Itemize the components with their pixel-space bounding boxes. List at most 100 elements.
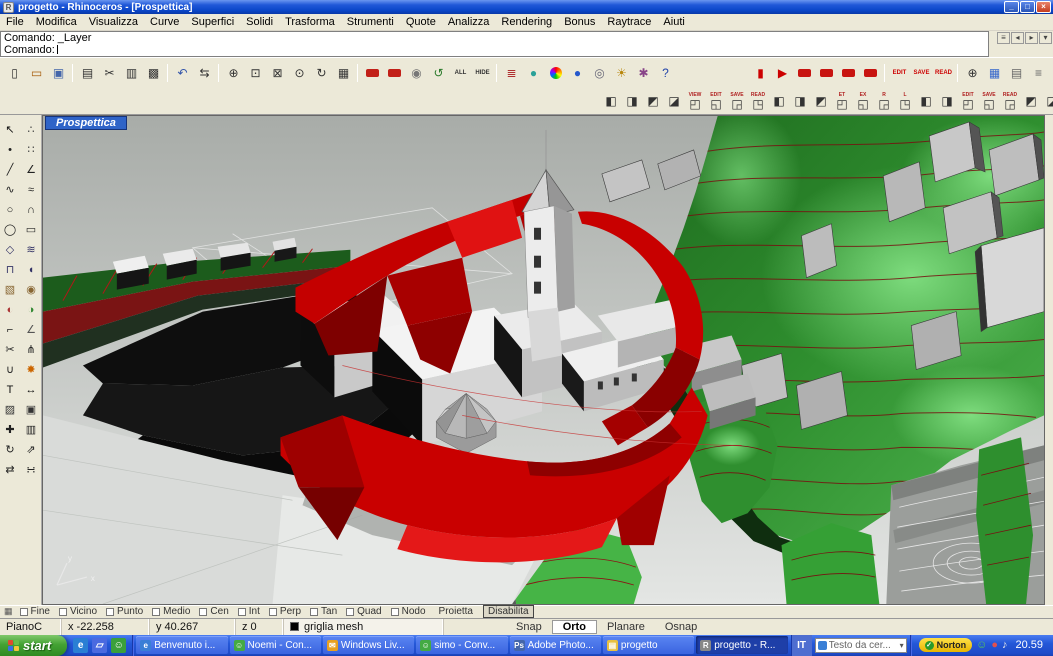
macro-play-button[interactable]: ▶: [772, 62, 793, 83]
view-edit-2-button[interactable]: EDIT◰: [958, 89, 978, 113]
view-et-button[interactable]: ET◰: [832, 89, 852, 113]
menu-quote[interactable]: Quote: [400, 15, 442, 29]
zoom-extents-button[interactable]: ⊠: [267, 62, 288, 83]
layers-button[interactable]: ≣: [501, 62, 522, 83]
loft-button[interactable]: ≋: [21, 240, 41, 260]
render-preset-1-button[interactable]: [794, 62, 815, 83]
mirror-button[interactable]: ⇄: [0, 460, 20, 480]
help-button[interactable]: ?: [655, 62, 676, 83]
render-tool-2-button[interactable]: [384, 62, 405, 83]
rectangle-button[interactable]: ▭: [21, 220, 41, 240]
taskbar-task-button[interactable]: Rprogetto - R...: [696, 636, 787, 654]
block-button[interactable]: ▣: [21, 400, 41, 420]
boolean-union-button[interactable]: ◐: [0, 300, 20, 320]
revolve-button[interactable]: ◖: [21, 260, 41, 280]
trim-button[interactable]: ✂: [0, 340, 20, 360]
snap-grid-button[interactable]: ▤: [1006, 62, 1027, 83]
box-button[interactable]: ▧: [0, 280, 20, 300]
save-file-button[interactable]: ▣: [48, 62, 69, 83]
view-save-2-button[interactable]: SAVE◱: [979, 89, 999, 113]
internet-explorer-quicklaunch-button[interactable]: e: [73, 638, 88, 653]
viewport-3d-scene[interactable]: x y: [43, 116, 1044, 604]
arc-button[interactable]: ∩: [21, 200, 41, 220]
point-button[interactable]: •: [0, 140, 20, 160]
osnap-fine-checkbox[interactable]: Fine: [20, 607, 50, 617]
norton-tray-badge[interactable]: ✓Norton: [919, 638, 973, 652]
view-cube-10-button[interactable]: ◩: [1021, 89, 1041, 113]
macro-pause-button[interactable]: ▮: [750, 62, 771, 83]
move-button[interactable]: ✚: [0, 420, 20, 440]
taskbar-task-button[interactable]: eBenvenuto i...: [136, 636, 227, 654]
view-cube-9-button[interactable]: ◨: [937, 89, 957, 113]
print-button[interactable]: ▤: [77, 62, 98, 83]
view-r-button[interactable]: R◲: [874, 89, 894, 113]
point-cloud-button[interactable]: ∷: [21, 140, 41, 160]
menu-bonus[interactable]: Bonus: [558, 15, 601, 29]
osnap-quad-checkbox[interactable]: Quad: [346, 607, 381, 617]
taskbar-task-button[interactable]: ☺Noemi - Con...: [230, 636, 321, 654]
osnap-proietta-button[interactable]: Proietta: [435, 606, 477, 617]
menu-visualizza[interactable]: Visualizza: [83, 15, 144, 29]
view-cube-1-button[interactable]: ◧: [601, 89, 621, 113]
copy-button[interactable]: ▥: [121, 62, 142, 83]
taskbar-task-button[interactable]: ▤progetto: [603, 636, 694, 654]
minimize-button[interactable]: _: [1004, 1, 1019, 13]
osnap-tan-checkbox[interactable]: Tan: [310, 607, 337, 617]
spotlight-button[interactable]: ◉: [406, 62, 427, 83]
current-layer-selector[interactable]: griglia mesh: [284, 619, 444, 635]
viewport-title-tab[interactable]: Prospettica: [45, 116, 127, 130]
sphere-button[interactable]: ◉: [21, 280, 41, 300]
viewport-prospettica[interactable]: x y Prospettica: [42, 115, 1045, 605]
read-tool-button[interactable]: READ: [933, 62, 954, 83]
circle-button[interactable]: ○: [0, 200, 20, 220]
osnap-medio-checkbox[interactable]: Medio: [152, 607, 190, 617]
view-ex-button[interactable]: EX◱: [853, 89, 873, 113]
taskbar-task-button[interactable]: ☺simo - Conv...: [416, 636, 507, 654]
osnap-perp-checkbox[interactable]: Perp: [269, 607, 301, 617]
osnap-toggle[interactable]: Osnap: [655, 621, 707, 633]
open-file-button[interactable]: ▭: [26, 62, 47, 83]
fillet-button[interactable]: ⌐: [0, 320, 20, 340]
start-button[interactable]: start: [0, 635, 67, 656]
view-cube-5-button[interactable]: ◧: [769, 89, 789, 113]
line-button[interactable]: ╱: [0, 160, 20, 180]
osnap-nodo-checkbox[interactable]: Nodo: [391, 607, 426, 617]
text-button[interactable]: T: [0, 380, 20, 400]
chamfer-button[interactable]: ∠: [21, 320, 41, 340]
planare-toggle[interactable]: Planare: [597, 621, 655, 633]
properties-button[interactable]: ✱: [633, 62, 654, 83]
osnap-punto-checkbox[interactable]: Punto: [106, 607, 143, 617]
shaded-mode-button[interactable]: [545, 62, 566, 83]
command-prompt-line[interactable]: Comando:: [4, 44, 988, 56]
language-indicator[interactable]: IT: [791, 635, 812, 656]
zoom-dynamic-button[interactable]: ⊕: [223, 62, 244, 83]
render-tool-1-button[interactable]: [362, 62, 383, 83]
command-scroll-right-button[interactable]: ▸: [1025, 32, 1038, 44]
pan-view-button[interactable]: ⇆: [194, 62, 215, 83]
zoom-selected-button[interactable]: ⊙: [289, 62, 310, 83]
undo-button[interactable]: ↶: [172, 62, 193, 83]
menu-aiuti[interactable]: Aiuti: [657, 15, 690, 29]
ghosted-mode-button[interactable]: ◎: [589, 62, 610, 83]
join-button[interactable]: ∪: [0, 360, 20, 380]
new-file-button[interactable]: ▯: [4, 62, 25, 83]
view-top-button[interactable]: VIEW◰: [685, 89, 705, 113]
dock-handle-button[interactable]: ≡: [1028, 62, 1049, 83]
render-lamp-button[interactable]: ☀: [611, 62, 632, 83]
polyline-button[interactable]: ∠: [21, 160, 41, 180]
osnap-vicino-checkbox[interactable]: Vicino: [59, 607, 97, 617]
split-button[interactable]: ⋔: [21, 340, 41, 360]
boolean-difference-button[interactable]: ◑: [21, 300, 41, 320]
menu-solidi[interactable]: Solidi: [240, 15, 279, 29]
command-history[interactable]: Comando: _Layer Comando:: [0, 31, 989, 57]
copy-object-button[interactable]: ▥: [21, 420, 41, 440]
freeform-curve-button[interactable]: ∿: [0, 180, 20, 200]
osnap-disabilita-button[interactable]: Disabilita: [483, 605, 534, 618]
show-all-button[interactable]: ALL: [450, 62, 471, 83]
view-cube-11-button[interactable]: ◪: [1042, 89, 1053, 113]
menu-curve[interactable]: Curve: [144, 15, 185, 29]
menu-strumenti[interactable]: Strumenti: [341, 15, 400, 29]
array-button[interactable]: ∺: [21, 460, 41, 480]
show-desktop-quicklaunch-button[interactable]: ▱: [92, 638, 107, 653]
menu-modifica[interactable]: Modifica: [30, 15, 83, 29]
